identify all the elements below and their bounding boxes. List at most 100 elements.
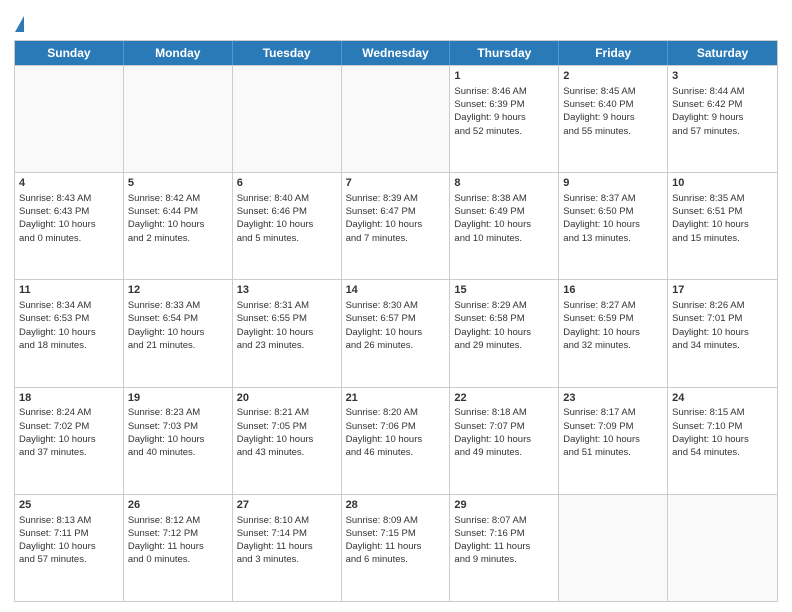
calendar-cell: 24Sunrise: 8:15 AM Sunset: 7:10 PM Dayli… xyxy=(668,388,777,494)
calendar-week-4: 18Sunrise: 8:24 AM Sunset: 7:02 PM Dayli… xyxy=(15,387,777,494)
day-number: 20 xyxy=(237,391,337,406)
calendar-cell: 2Sunrise: 8:45 AM Sunset: 6:40 PM Daylig… xyxy=(559,66,668,172)
day-info: Sunrise: 8:37 AM Sunset: 6:50 PM Dayligh… xyxy=(563,192,663,245)
day-info: Sunrise: 8:29 AM Sunset: 6:58 PM Dayligh… xyxy=(454,299,554,352)
day-number: 10 xyxy=(672,176,773,191)
day-info: Sunrise: 8:18 AM Sunset: 7:07 PM Dayligh… xyxy=(454,406,554,459)
calendar-cell xyxy=(342,66,451,172)
logo-text xyxy=(14,14,25,34)
day-number: 7 xyxy=(346,176,446,191)
calendar-cell: 20Sunrise: 8:21 AM Sunset: 7:05 PM Dayli… xyxy=(233,388,342,494)
calendar-cell: 21Sunrise: 8:20 AM Sunset: 7:06 PM Dayli… xyxy=(342,388,451,494)
day-info: Sunrise: 8:34 AM Sunset: 6:53 PM Dayligh… xyxy=(19,299,119,352)
calendar-cell: 9Sunrise: 8:37 AM Sunset: 6:50 PM Daylig… xyxy=(559,173,668,279)
day-info: Sunrise: 8:13 AM Sunset: 7:11 PM Dayligh… xyxy=(19,514,119,567)
day-number: 23 xyxy=(563,391,663,406)
day-number: 3 xyxy=(672,69,773,84)
day-info: Sunrise: 8:39 AM Sunset: 6:47 PM Dayligh… xyxy=(346,192,446,245)
calendar-cell: 29Sunrise: 8:07 AM Sunset: 7:16 PM Dayli… xyxy=(450,495,559,601)
day-number: 11 xyxy=(19,283,119,298)
day-info: Sunrise: 8:30 AM Sunset: 6:57 PM Dayligh… xyxy=(346,299,446,352)
calendar-cell: 22Sunrise: 8:18 AM Sunset: 7:07 PM Dayli… xyxy=(450,388,559,494)
day-info: Sunrise: 8:33 AM Sunset: 6:54 PM Dayligh… xyxy=(128,299,228,352)
day-info: Sunrise: 8:12 AM Sunset: 7:12 PM Dayligh… xyxy=(128,514,228,567)
day-number: 17 xyxy=(672,283,773,298)
day-info: Sunrise: 8:10 AM Sunset: 7:14 PM Dayligh… xyxy=(237,514,337,567)
calendar-cell: 3Sunrise: 8:44 AM Sunset: 6:42 PM Daylig… xyxy=(668,66,777,172)
day-number: 24 xyxy=(672,391,773,406)
calendar: SundayMondayTuesdayWednesdayThursdayFrid… xyxy=(14,40,778,602)
day-number: 2 xyxy=(563,69,663,84)
calendar-cell: 23Sunrise: 8:17 AM Sunset: 7:09 PM Dayli… xyxy=(559,388,668,494)
day-number: 19 xyxy=(128,391,228,406)
calendar-cell: 10Sunrise: 8:35 AM Sunset: 6:51 PM Dayli… xyxy=(668,173,777,279)
calendar-cell: 17Sunrise: 8:26 AM Sunset: 7:01 PM Dayli… xyxy=(668,280,777,386)
day-info: Sunrise: 8:35 AM Sunset: 6:51 PM Dayligh… xyxy=(672,192,773,245)
calendar-cell: 7Sunrise: 8:39 AM Sunset: 6:47 PM Daylig… xyxy=(342,173,451,279)
header-day-monday: Monday xyxy=(124,41,233,65)
day-number: 6 xyxy=(237,176,337,191)
header-day-saturday: Saturday xyxy=(668,41,777,65)
day-number: 22 xyxy=(454,391,554,406)
calendar-cell xyxy=(559,495,668,601)
day-info: Sunrise: 8:46 AM Sunset: 6:39 PM Dayligh… xyxy=(454,85,554,138)
calendar-cell xyxy=(233,66,342,172)
calendar-cell: 15Sunrise: 8:29 AM Sunset: 6:58 PM Dayli… xyxy=(450,280,559,386)
header-day-thursday: Thursday xyxy=(450,41,559,65)
calendar-week-1: 1Sunrise: 8:46 AM Sunset: 6:39 PM Daylig… xyxy=(15,65,777,172)
calendar-week-5: 25Sunrise: 8:13 AM Sunset: 7:11 PM Dayli… xyxy=(15,494,777,601)
calendar-week-3: 11Sunrise: 8:34 AM Sunset: 6:53 PM Dayli… xyxy=(15,279,777,386)
day-number: 15 xyxy=(454,283,554,298)
calendar-week-2: 4Sunrise: 8:43 AM Sunset: 6:43 PM Daylig… xyxy=(15,172,777,279)
day-info: Sunrise: 8:23 AM Sunset: 7:03 PM Dayligh… xyxy=(128,406,228,459)
header-day-sunday: Sunday xyxy=(15,41,124,65)
day-number: 29 xyxy=(454,498,554,513)
calendar-cell xyxy=(668,495,777,601)
day-info: Sunrise: 8:17 AM Sunset: 7:09 PM Dayligh… xyxy=(563,406,663,459)
calendar-cell: 5Sunrise: 8:42 AM Sunset: 6:44 PM Daylig… xyxy=(124,173,233,279)
day-info: Sunrise: 8:26 AM Sunset: 7:01 PM Dayligh… xyxy=(672,299,773,352)
day-number: 8 xyxy=(454,176,554,191)
day-info: Sunrise: 8:20 AM Sunset: 7:06 PM Dayligh… xyxy=(346,406,446,459)
calendar-cell xyxy=(15,66,124,172)
calendar-body: 1Sunrise: 8:46 AM Sunset: 6:39 PM Daylig… xyxy=(15,65,777,601)
day-number: 4 xyxy=(19,176,119,191)
day-number: 28 xyxy=(346,498,446,513)
day-number: 26 xyxy=(128,498,228,513)
day-info: Sunrise: 8:24 AM Sunset: 7:02 PM Dayligh… xyxy=(19,406,119,459)
calendar-cell: 28Sunrise: 8:09 AM Sunset: 7:15 PM Dayli… xyxy=(342,495,451,601)
header-day-wednesday: Wednesday xyxy=(342,41,451,65)
day-number: 12 xyxy=(128,283,228,298)
header xyxy=(14,10,778,34)
calendar-header: SundayMondayTuesdayWednesdayThursdayFrid… xyxy=(15,41,777,65)
calendar-cell: 14Sunrise: 8:30 AM Sunset: 6:57 PM Dayli… xyxy=(342,280,451,386)
day-info: Sunrise: 8:07 AM Sunset: 7:16 PM Dayligh… xyxy=(454,514,554,567)
calendar-cell: 25Sunrise: 8:13 AM Sunset: 7:11 PM Dayli… xyxy=(15,495,124,601)
day-number: 5 xyxy=(128,176,228,191)
logo xyxy=(14,14,25,34)
day-number: 9 xyxy=(563,176,663,191)
day-number: 18 xyxy=(19,391,119,406)
header-day-tuesday: Tuesday xyxy=(233,41,342,65)
calendar-cell: 18Sunrise: 8:24 AM Sunset: 7:02 PM Dayli… xyxy=(15,388,124,494)
calendar-cell: 13Sunrise: 8:31 AM Sunset: 6:55 PM Dayli… xyxy=(233,280,342,386)
calendar-cell: 26Sunrise: 8:12 AM Sunset: 7:12 PM Dayli… xyxy=(124,495,233,601)
calendar-cell: 27Sunrise: 8:10 AM Sunset: 7:14 PM Dayli… xyxy=(233,495,342,601)
calendar-cell: 6Sunrise: 8:40 AM Sunset: 6:46 PM Daylig… xyxy=(233,173,342,279)
day-info: Sunrise: 8:31 AM Sunset: 6:55 PM Dayligh… xyxy=(237,299,337,352)
calendar-cell: 4Sunrise: 8:43 AM Sunset: 6:43 PM Daylig… xyxy=(15,173,124,279)
calendar-cell: 8Sunrise: 8:38 AM Sunset: 6:49 PM Daylig… xyxy=(450,173,559,279)
header-day-friday: Friday xyxy=(559,41,668,65)
day-info: Sunrise: 8:43 AM Sunset: 6:43 PM Dayligh… xyxy=(19,192,119,245)
calendar-cell: 11Sunrise: 8:34 AM Sunset: 6:53 PM Dayli… xyxy=(15,280,124,386)
day-info: Sunrise: 8:44 AM Sunset: 6:42 PM Dayligh… xyxy=(672,85,773,138)
calendar-cell: 19Sunrise: 8:23 AM Sunset: 7:03 PM Dayli… xyxy=(124,388,233,494)
calendar-cell xyxy=(124,66,233,172)
day-info: Sunrise: 8:42 AM Sunset: 6:44 PM Dayligh… xyxy=(128,192,228,245)
day-info: Sunrise: 8:15 AM Sunset: 7:10 PM Dayligh… xyxy=(672,406,773,459)
day-number: 25 xyxy=(19,498,119,513)
day-number: 27 xyxy=(237,498,337,513)
day-number: 13 xyxy=(237,283,337,298)
calendar-cell: 12Sunrise: 8:33 AM Sunset: 6:54 PM Dayli… xyxy=(124,280,233,386)
day-info: Sunrise: 8:38 AM Sunset: 6:49 PM Dayligh… xyxy=(454,192,554,245)
